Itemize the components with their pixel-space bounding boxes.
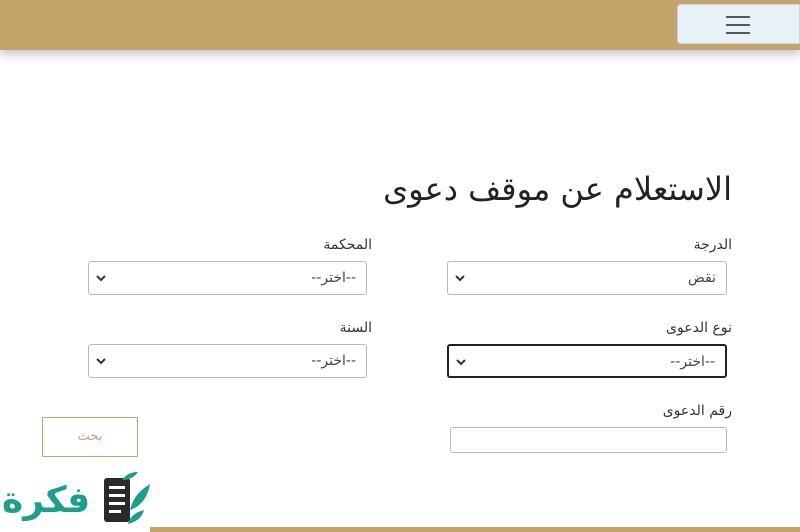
page-title: الاستعلام عن موقف دعوى (383, 170, 732, 208)
court-label: المحكمة (323, 237, 372, 253)
case-type-select[interactable]: --اختر-- (447, 344, 727, 378)
menu-toggle-button[interactable] (677, 4, 800, 44)
watermark-logo-text: فكرة (2, 480, 91, 521)
hamburger-icon (726, 16, 750, 34)
chevron-down-icon (96, 275, 106, 282)
degree-select[interactable]: نقض (447, 261, 727, 295)
year-selected-value: --اختر-- (311, 353, 356, 369)
degree-selected-value: نقض (687, 270, 716, 286)
case-type-label: نوع الدعوى (666, 320, 732, 336)
search-button[interactable]: بحث (42, 417, 138, 457)
case-number-label: رقم الدعوى (662, 403, 732, 419)
document-leaf-icon (104, 472, 150, 524)
year-label: السنة (339, 320, 372, 336)
court-selected-value: --اختر-- (311, 270, 356, 286)
case-type-selected-value: --اختر-- (670, 354, 715, 370)
chevron-down-icon (456, 359, 466, 366)
degree-label: الدرجة (693, 237, 732, 253)
case-number-input[interactable] (450, 427, 727, 453)
footer-accent-line (150, 527, 800, 532)
court-select[interactable]: --اختر-- (88, 261, 367, 295)
watermark-logo: فكرة (0, 470, 152, 530)
chevron-down-icon (455, 275, 465, 282)
chevron-down-icon (96, 358, 106, 365)
top-header-bar (0, 0, 800, 50)
year-select[interactable]: --اختر-- (88, 344, 367, 378)
